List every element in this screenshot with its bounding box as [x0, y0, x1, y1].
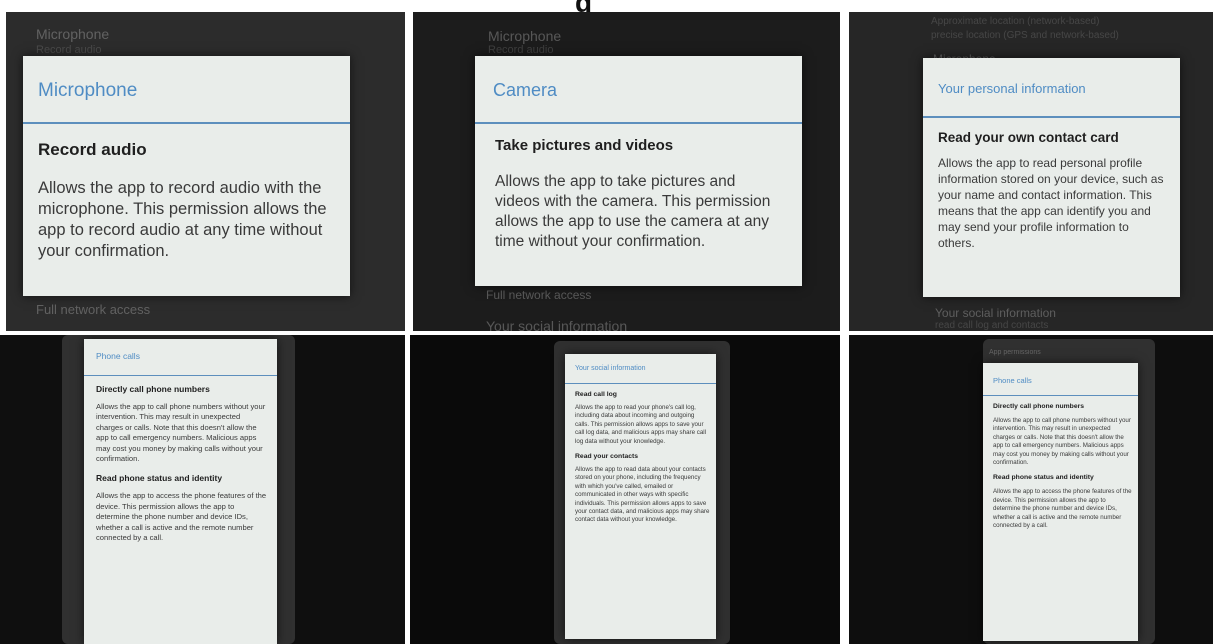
background-sublabel: read call log and contacts	[935, 320, 1049, 331]
dialog-header: Your personal information	[923, 58, 1180, 118]
dialog-header: Phone calls	[84, 339, 277, 376]
photo-panel-microphone: Microphone Record audio Microphone Recor…	[6, 12, 405, 331]
dialog-title: Camera	[493, 80, 558, 100]
header-strip: g	[0, 0, 1213, 12]
background-label: App permissions	[989, 349, 1041, 356]
dialog-body: Record audio Allows the app to record au…	[23, 124, 350, 262]
dialog-header: Phone calls	[983, 363, 1138, 396]
permission-description: Allows the app to record audio with the …	[38, 179, 327, 260]
permission-heading: Read phone status and identity	[96, 473, 223, 484]
permission-description: Allows the app to call phone numbers wit…	[993, 417, 1131, 467]
permission-dialog: Your social information Read call log Al…	[565, 354, 716, 639]
dialog-header: Your social information	[565, 354, 716, 384]
background-sublabel: Record audio	[488, 44, 554, 56]
permission-heading: Directly call phone numbers	[96, 384, 210, 394]
background-label: Approximate location (network-based)	[931, 16, 1100, 27]
permission-heading: Directly call phone numbers	[993, 403, 1085, 410]
permission-description: Allows the app to read data about your c…	[575, 466, 710, 524]
dialog-header: Microphone	[23, 56, 350, 124]
permission-heading: Read your own contact card	[938, 130, 1119, 145]
dialog-body: Read call log Allows the app to read you…	[565, 384, 716, 525]
background-label: Full network access	[486, 288, 592, 302]
background-label: Microphone	[488, 28, 562, 44]
dialog-title: Microphone	[38, 80, 138, 101]
dialog-body: Take pictures and videos Allows the app …	[475, 124, 802, 252]
background-sublabel: Record audio	[36, 44, 102, 56]
photo-panel-camera: Microphone Record audio Camera Take pict…	[413, 12, 840, 331]
permission-dialog: Phone calls Directly call phone numbers …	[983, 363, 1138, 641]
permission-heading: Read phone status and identity	[993, 474, 1094, 482]
background-sublabel: precise location (GPS and network-based)	[931, 30, 1119, 41]
photo-panel-social-info: Your social information Read call log Al…	[410, 335, 840, 644]
dialog-title: Your personal information	[938, 81, 1086, 96]
permission-dialog: Microphone Record audio Allows the app t…	[23, 56, 350, 296]
background-label: Full network access	[36, 302, 151, 317]
header-title: g	[575, 0, 592, 12]
permission-description: Allows the app to read personal profile …	[938, 156, 1164, 250]
dialog-title: Phone calls	[96, 351, 140, 361]
background-label: Your social information	[486, 318, 628, 331]
background-label: Your social information	[935, 306, 1056, 320]
permission-description: Allows the app to take pictures and vide…	[495, 173, 771, 250]
permission-description: Allows the app to read your phone's call…	[575, 404, 707, 445]
photo-panel-personal-info: Approximate location (network-based) pre…	[849, 12, 1213, 331]
permission-description: Allows the app to access the phone featu…	[96, 491, 267, 543]
photo-panel-phone-calls-2: App permissions Phone calls Directly cal…	[849, 335, 1213, 644]
photo-panel-phone-calls: Phone calls Directly call phone numbers …	[0, 335, 405, 644]
dialog-body: Directly call phone numbers Allows the a…	[84, 376, 277, 543]
permission-heading: Take pictures and videos	[495, 137, 674, 154]
permission-dialog: Phone calls Directly call phone numbers …	[84, 339, 277, 644]
dialog-title: Phone calls	[993, 376, 1032, 385]
dialog-header: Camera	[475, 56, 802, 124]
permission-description: Allows the app to call phone numbers wit…	[96, 402, 266, 464]
dialog-body: Read your own contact card Allows the ap…	[923, 118, 1180, 251]
permission-dialog: Your personal information Read your own …	[923, 58, 1180, 297]
permission-dialog: Camera Take pictures and videos Allows t…	[475, 56, 802, 286]
dialog-title: Your social information	[575, 365, 646, 372]
permission-description: Allows the app to access the phone featu…	[993, 488, 1132, 530]
permission-heading: Record audio	[38, 140, 147, 159]
permission-heading: Read call log	[575, 391, 617, 398]
background-label: Microphone	[36, 26, 110, 42]
dialog-body: Directly call phone numbers Allows the a…	[983, 396, 1138, 530]
permission-heading: Read your contacts	[575, 453, 639, 461]
